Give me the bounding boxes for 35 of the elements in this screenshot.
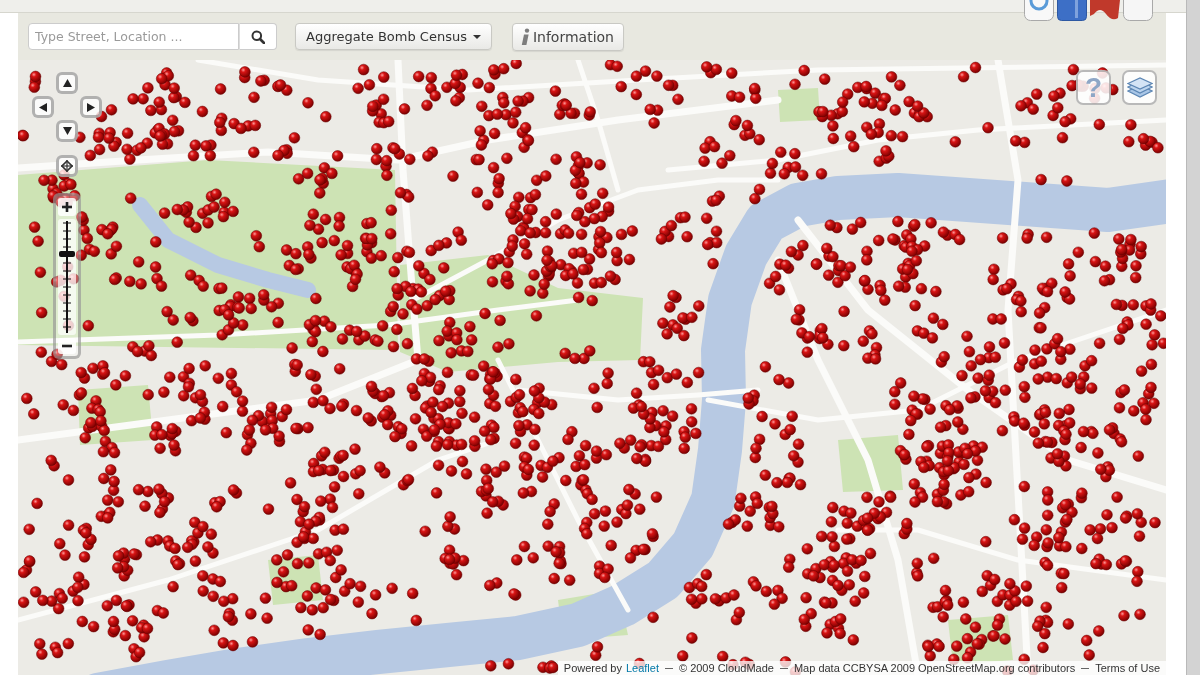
attribution-text: Map data CCBYSA 2009 OpenStreetMap.org contributors [793, 662, 1076, 674]
plus-icon [62, 202, 72, 212]
attribution-text: © 2009 CloudMade [678, 662, 774, 674]
information-button[interactable]: Information [511, 22, 624, 51]
pan-right-button[interactable] [80, 96, 102, 118]
square-tile-icon[interactable] [1057, 0, 1087, 21]
zoom-in-button[interactable] [58, 198, 76, 216]
search-button[interactable] [239, 23, 277, 50]
attribution-text: Terms of Use [1095, 662, 1160, 674]
blank-tile-icon[interactable] [1123, 0, 1153, 21]
search-field[interactable]: Type Street, Location ... [28, 23, 239, 50]
left-triangle-icon [39, 102, 47, 112]
search-icon [251, 29, 265, 44]
layers-button[interactable] [1122, 70, 1157, 105]
up-triangle-icon [62, 79, 72, 87]
down-triangle-icon [62, 127, 72, 135]
right-triangle-icon [87, 102, 95, 112]
zoom-slider-thumb[interactable] [59, 250, 75, 257]
pan-left-button[interactable] [32, 96, 54, 118]
zoom-slider-track[interactable] [58, 219, 76, 335]
crosshair-icon [61, 160, 73, 172]
pan-down-button[interactable] [56, 120, 78, 142]
caret-icon [472, 34, 481, 39]
census-dropdown[interactable]: Aggregate Bomb Census [295, 23, 492, 50]
zoom-out-button[interactable] [58, 338, 76, 354]
layers-icon [1126, 76, 1153, 99]
blob-tile-icon[interactable] [1090, 0, 1120, 21]
scrollbar[interactable] [1186, 0, 1200, 675]
circle-tile-icon[interactable] [1024, 0, 1054, 21]
attribution-link[interactable]: Leaflet [625, 662, 659, 674]
info-icon [519, 27, 530, 46]
pan-up-button[interactable] [56, 72, 78, 94]
center-map-button[interactable] [56, 155, 78, 177]
attribution-text: Powered by [563, 662, 622, 674]
minus-icon [62, 344, 72, 348]
